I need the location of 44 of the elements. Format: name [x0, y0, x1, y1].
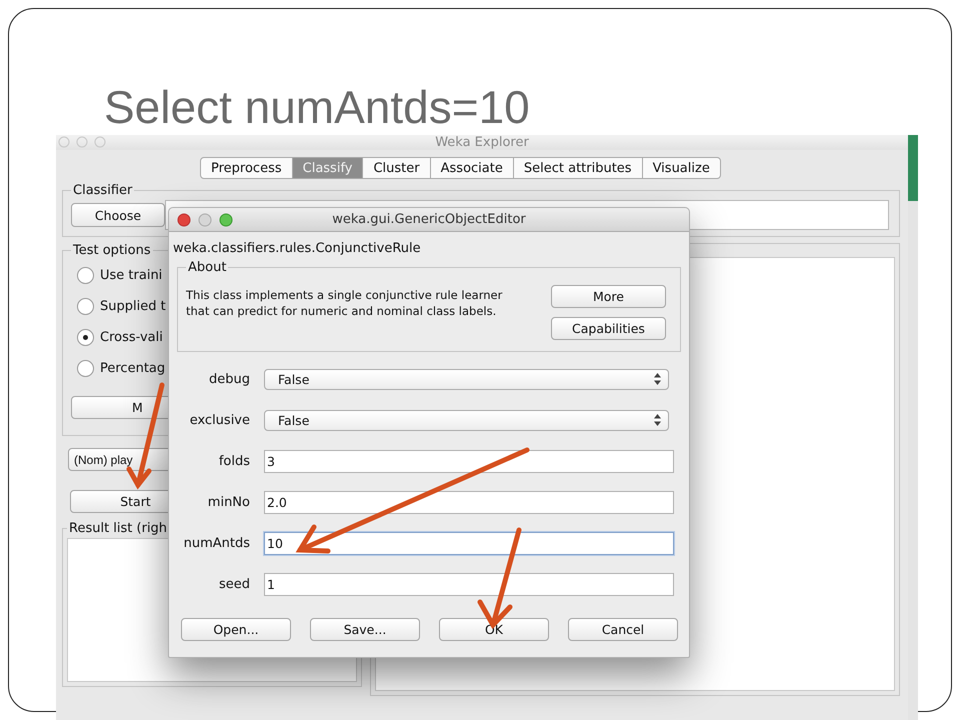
choose-button[interactable]: Choose	[71, 203, 165, 227]
radio-label: Cross-vali	[100, 330, 163, 345]
dropdown-value: False	[278, 412, 310, 428]
radio-button[interactable]	[77, 298, 94, 315]
group-label: Classifier	[72, 183, 134, 198]
dropdown[interactable]: False	[264, 368, 669, 390]
slide-title: Select numAntds=10	[103, 80, 531, 135]
property-label: debug	[208, 372, 250, 386]
tab[interactable]: Cluster	[363, 157, 431, 179]
property-label: seed	[218, 576, 250, 592]
dropdown-value: False	[278, 372, 310, 386]
radio-label: Supplied t	[100, 299, 166, 314]
tab[interactable]: Visualize	[642, 157, 721, 179]
updown-arrows-icon	[654, 373, 661, 385]
dialog-button[interactable]: Capabilities	[551, 317, 666, 340]
window-title: Weka Explorer	[435, 135, 529, 150]
radio-button[interactable]	[77, 267, 94, 284]
tab[interactable]: Preprocess	[200, 157, 293, 179]
radio-label: Use traini	[100, 268, 162, 283]
radio-label: Percentag	[100, 361, 166, 376]
radio-button[interactable]	[77, 329, 94, 346]
property-label: minNo	[206, 494, 250, 510]
tab[interactable]: Select attributes	[514, 157, 643, 179]
updown-arrows-icon	[654, 414, 661, 426]
input-field[interactable]: 1	[264, 572, 674, 596]
dropdown[interactable]: False	[264, 410, 669, 430]
class-name: weka.classifiers.rules.ConjunctiveRule	[173, 240, 422, 258]
dialog-button[interactable]: Cancel	[568, 618, 678, 641]
input-field[interactable]: 10	[264, 532, 674, 554]
description-text: This class implements a single conjunctive rule learner that can predict for numeric and nominal class labels.	[186, 287, 502, 319]
dialog-button[interactable]: Save...	[310, 618, 420, 641]
property-label: folds	[218, 454, 250, 468]
property-label: exclusive	[188, 412, 250, 428]
group-label: Test options	[72, 243, 152, 258]
dialog-button[interactable]: Open...	[181, 618, 291, 641]
input-field[interactable]: 2.0	[264, 490, 674, 514]
input-field[interactable]: 3	[264, 450, 674, 472]
dialog-button[interactable]: More	[551, 285, 666, 308]
radio-button[interactable]	[77, 360, 94, 377]
window-title: weka.gui.GenericObjectEditor	[332, 212, 526, 227]
property-label: numAntds	[182, 536, 250, 550]
tab[interactable]: Associate	[430, 157, 514, 179]
group-label: About	[187, 260, 228, 275]
group-label: Result list (righ	[68, 521, 168, 536]
